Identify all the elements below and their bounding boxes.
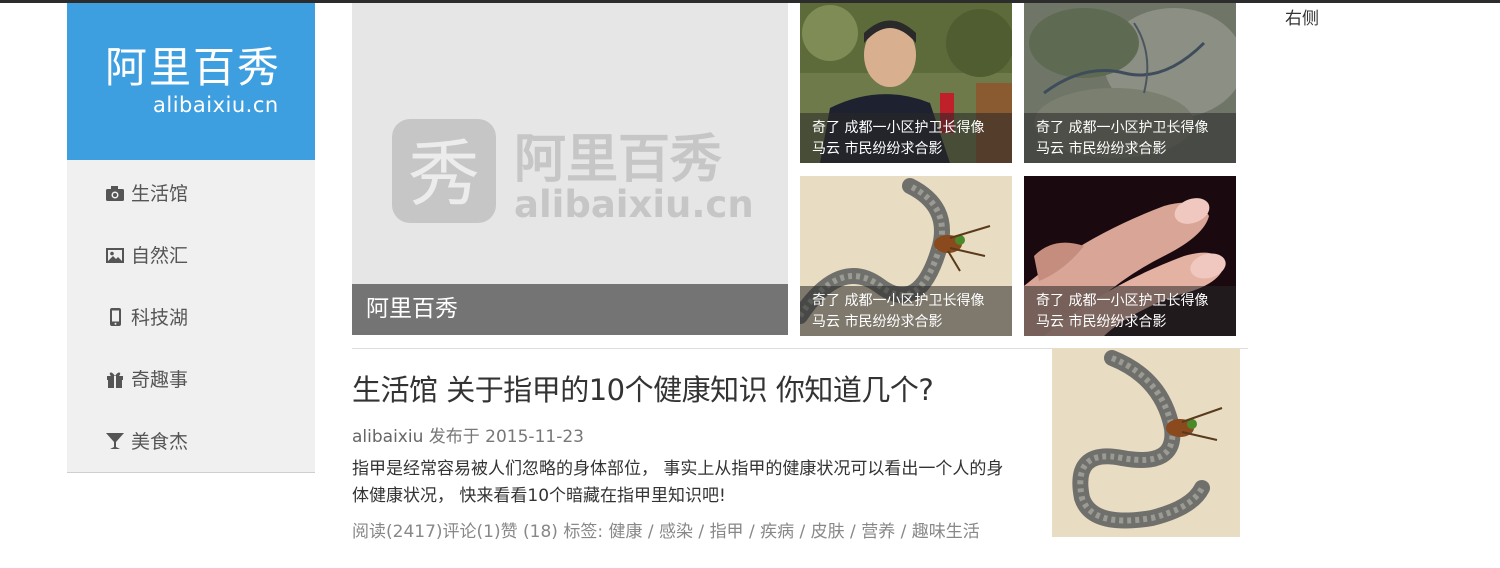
- watermark-glyph: 秀: [408, 132, 480, 216]
- caption-line: 马云 市民纷纷求合影: [812, 314, 943, 330]
- snake-photo: [1052, 348, 1240, 537]
- tag-link[interactable]: 皮肤: [811, 522, 845, 542]
- nav-item-label: 自然汇: [131, 245, 189, 267]
- nav-item-label: 美食杰: [131, 431, 189, 453]
- thumbnail-caption: 奇了 成都一小区护卫长得像 马云 市民纷纷求合影: [1024, 113, 1236, 163]
- article-meta: alibaixiu 发布于 2015-11-23: [352, 422, 584, 447]
- article-author[interactable]: alibaixiu: [352, 427, 423, 447]
- nav-item-label: 奇趣事: [131, 369, 189, 391]
- thumbnail-caption: 奇了 成都一小区护卫长得像 马云 市民纷纷求合影: [800, 113, 1012, 163]
- tag-link[interactable]: 营养: [861, 522, 895, 542]
- nav-item-label: 生活馆: [131, 183, 189, 205]
- logo-watermark-icon: 秀 阿里百秀 alibaixiu.cn: [392, 119, 754, 226]
- article-title[interactable]: 生活馆 关于指甲的10个健康知识 你知道几个?: [352, 370, 934, 410]
- tag-link[interactable]: 感染: [659, 522, 693, 542]
- nav-item-life[interactable]: 生活馆: [67, 163, 315, 225]
- hero-slide[interactable]: 秀 阿里百秀 alibaixiu.cn 阿里百秀: [352, 3, 788, 335]
- caption-line: 马云 市民纷纷求合影: [1036, 141, 1167, 157]
- tag-link[interactable]: 指甲: [710, 522, 744, 542]
- article-summary: 指甲是经常容易被人们忽略的身体部位， 事实上从指甲的健康状况可以看出一个人的身体…: [352, 459, 1004, 506]
- nav-item-nature[interactable]: 自然汇: [67, 225, 315, 287]
- sidebar: 阿里百秀 alibaixiu.cn 生活馆 自然汇 科技湖 奇趣事 美食杰: [67, 3, 315, 473]
- thumbnail-card[interactable]: 奇了 成都一小区护卫长得像 马云 市民纷纷求合影: [1024, 3, 1236, 163]
- caption-line: 奇了 成都一小区护卫长得像: [812, 293, 985, 309]
- tag-link[interactable]: 健康: [608, 522, 642, 542]
- nav-item-label: 科技湖: [131, 307, 189, 329]
- caption-line: 奇了 成都一小区护卫长得像: [1036, 293, 1209, 309]
- thumbnail-caption: 奇了 成都一小区护卫长得像 马云 市民纷纷求合影: [1024, 286, 1236, 336]
- logo-name-cn: 阿里百秀: [105, 43, 282, 92]
- published-label: 发布于: [428, 427, 480, 447]
- category-nav: 生活馆 自然汇 科技湖 奇趣事 美食杰: [67, 163, 315, 473]
- nav-item-food[interactable]: 美食杰: [67, 411, 315, 473]
- article-stats: 阅读(2417)评论(1)赞 (18) 标签: 健康 / 感染 / 指甲 / 疾…: [352, 522, 980, 542]
- right-column-label: 右侧: [1285, 9, 1319, 29]
- watermark-name-en: alibaixiu.cn: [514, 183, 754, 226]
- nav-item-tech[interactable]: 科技湖: [67, 287, 315, 349]
- tags-label: 标签:: [563, 522, 604, 542]
- cocktail-glass-icon: [106, 432, 124, 449]
- caption-line: 奇了 成都一小区护卫长得像: [1036, 120, 1209, 136]
- site-logo[interactable]: 阿里百秀 alibaixiu.cn: [67, 3, 315, 160]
- caption-line: 马云 市民纷纷求合影: [1036, 314, 1167, 330]
- thumbnail-card[interactable]: 奇了 成都一小区护卫长得像 马云 市民纷纷求合影: [800, 3, 1012, 163]
- mobile-phone-icon: [110, 307, 121, 326]
- thumbnail-card[interactable]: 奇了 成都一小区护卫长得像 马云 市民纷纷求合影: [1024, 176, 1236, 336]
- nav-item-fun[interactable]: 奇趣事: [67, 349, 315, 411]
- caption-line: 奇了 成都一小区护卫长得像: [812, 120, 985, 136]
- caption-line: 马云 市民纷纷求合影: [812, 141, 943, 157]
- article-thumbnail[interactable]: [1052, 348, 1240, 537]
- gift-icon: [107, 372, 123, 388]
- logo-name-en: alibaixiu.cn: [153, 93, 279, 117]
- thumbnail-card[interactable]: 奇了 成都一小区护卫长得像 马云 市民纷纷求合影: [800, 176, 1012, 336]
- picture-icon: [106, 247, 124, 263]
- tag-link[interactable]: 趣味生活: [912, 522, 980, 542]
- tag-link[interactable]: 疾病: [760, 522, 794, 542]
- hero-caption: 阿里百秀: [352, 284, 788, 335]
- thumbnail-caption: 奇了 成都一小区护卫长得像 马云 市民纷纷求合影: [800, 286, 1012, 336]
- article-date: 2015-11-23: [485, 427, 584, 447]
- watermark-name-cn: 阿里百秀: [514, 130, 722, 190]
- read-comment-like-counts: 阅读(2417)评论(1)赞 (18): [352, 522, 558, 542]
- camera-icon: [106, 185, 124, 201]
